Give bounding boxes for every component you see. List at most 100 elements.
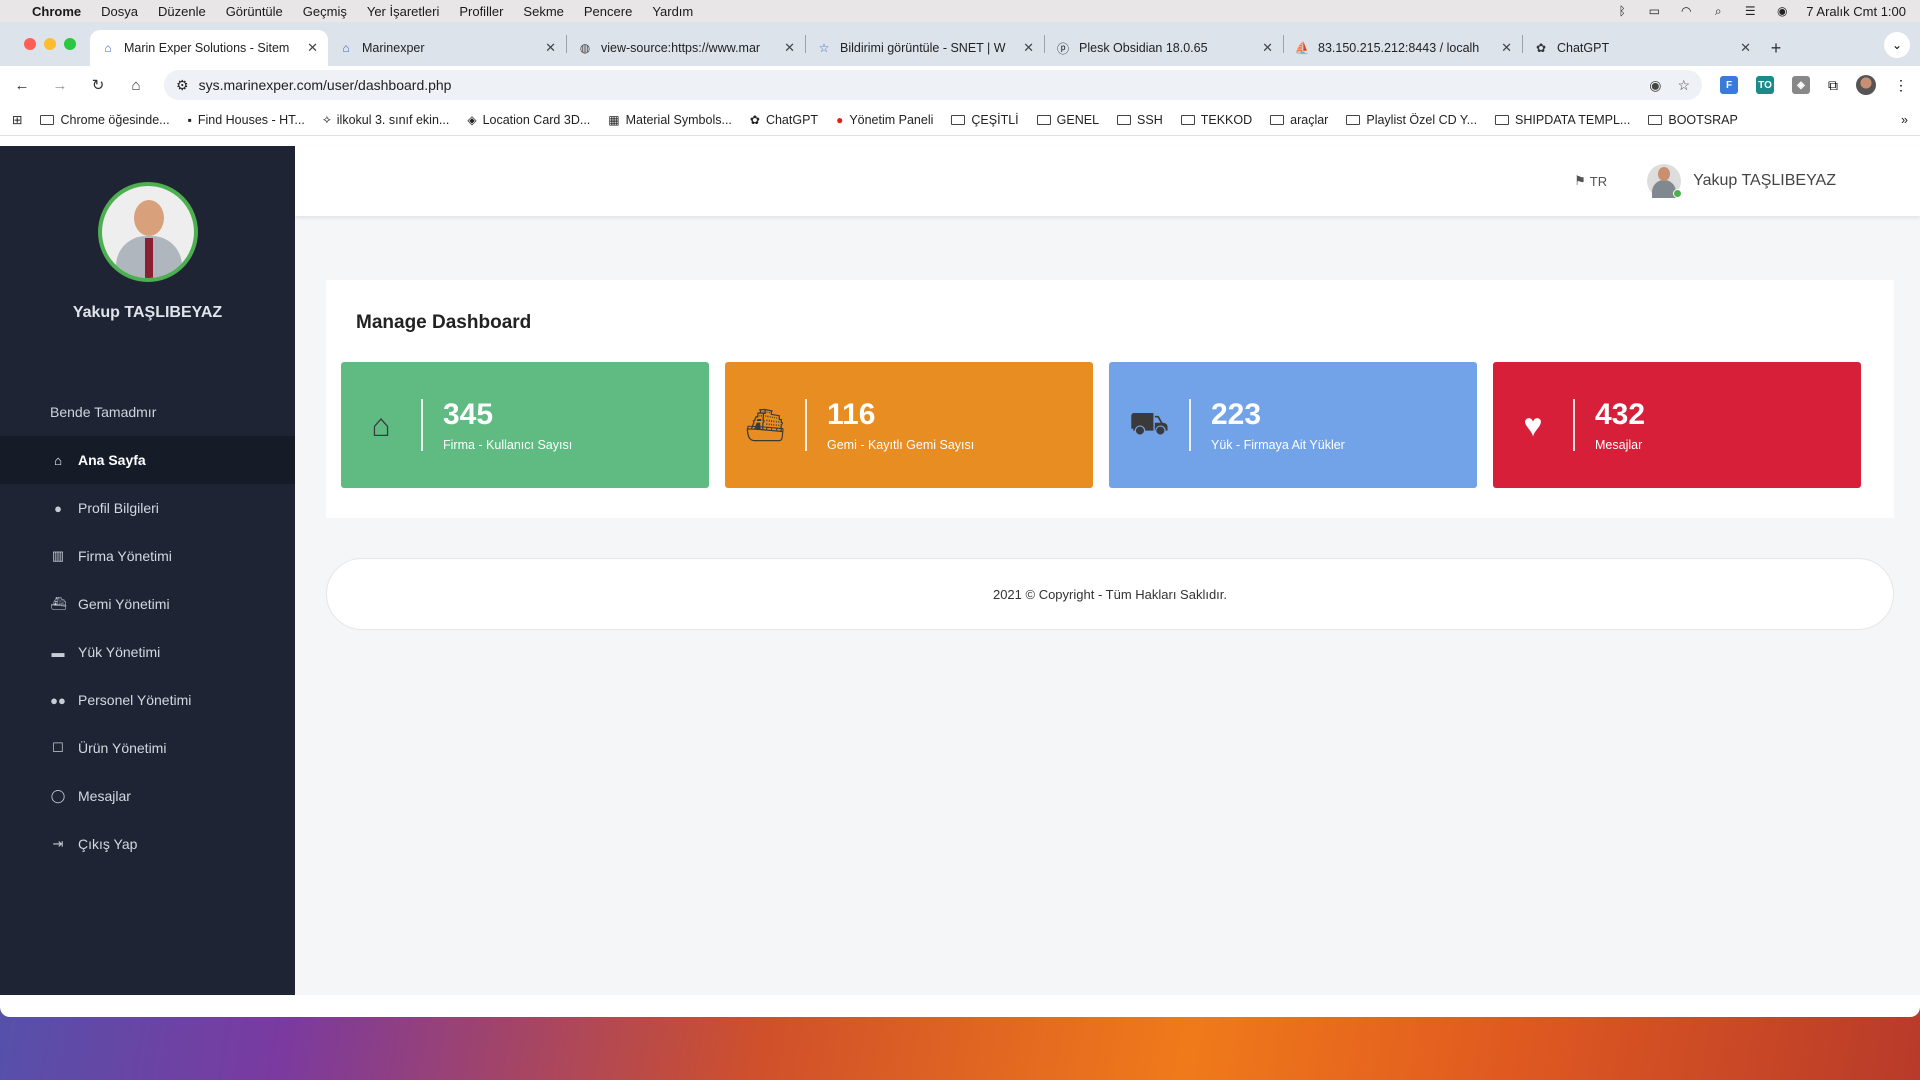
address-bar[interactable]: ⚙ sys.marinexper.com/user/dashboard.php … xyxy=(164,70,1702,100)
bookmark-label: GENEL xyxy=(1056,112,1100,127)
close-icon[interactable]: ✕ xyxy=(1262,40,1273,56)
menu-dosya[interactable]: Dosya xyxy=(101,4,138,19)
eye-icon[interactable]: ◉ xyxy=(1649,77,1661,94)
bookmark-folder[interactable]: BOOTSRAP xyxy=(1648,113,1738,127)
menu-app[interactable]: Chrome xyxy=(32,4,81,19)
sidebar-item-firma[interactable]: ▥ Firma Yönetimi xyxy=(0,532,295,580)
close-icon[interactable]: ✕ xyxy=(1740,40,1751,56)
menu-yer-isaretleri[interactable]: Yer İşaretleri xyxy=(367,4,440,19)
profile-avatar[interactable] xyxy=(1856,75,1876,95)
close-icon[interactable]: ✕ xyxy=(1023,40,1034,56)
sidebar-item-urun[interactable]: ☐ Ürün Yönetimi xyxy=(0,724,295,772)
site-info-icon[interactable]: ⚙ xyxy=(176,77,189,94)
bookmark-item[interactable]: ◈ Location Card 3D... xyxy=(467,113,590,127)
folder-icon xyxy=(1117,114,1132,125)
user-menu[interactable]: Yakup TAŞLIBEYAZ xyxy=(1647,164,1836,198)
folder-icon xyxy=(1346,114,1361,125)
sidebar-item-cikis[interactable]: ⇥ Çıkış Yap xyxy=(0,820,295,868)
tab-view-source[interactable]: ◍ view-source:https://www.mar ✕ xyxy=(567,30,805,66)
close-icon[interactable]: ✕ xyxy=(784,40,795,56)
zoom-window-button[interactable] xyxy=(64,38,76,50)
new-tab-button[interactable]: + xyxy=(1761,30,1791,66)
wifi-icon[interactable]: ◠ xyxy=(1678,4,1694,18)
bluetooth-icon[interactable]: ᛒ xyxy=(1614,4,1630,18)
tab-marinexper[interactable]: ⌂ Marinexper ✕ xyxy=(328,30,566,66)
bookmark-folder[interactable]: SSH xyxy=(1117,113,1163,127)
bookmark-label: SSH xyxy=(1137,112,1163,127)
bookmarks-bar: ⊞ Chrome öğesinde... ▪ Find Houses - HT..… xyxy=(0,104,1920,136)
sidebar-item-mesajlar[interactable]: ◯ Mesajlar xyxy=(0,772,295,820)
sidebar-item-personel[interactable]: ●● Personel Yönetimi xyxy=(0,676,295,724)
stat-value: 116 xyxy=(827,398,876,431)
menu-dots-icon[interactable]: ⋮ xyxy=(1894,77,1908,94)
sidebar-item-label: Firma Yönetimi xyxy=(78,548,172,564)
stat-card-gemi[interactable]: ⛴ 116 Gemi - Kayıtlı Gemi Sayısı xyxy=(725,362,1093,488)
home-button[interactable]: ⌂ xyxy=(126,77,146,94)
tab-marin-exper[interactable]: ⌂ Marin Exper Solutions - Sitem ✕ xyxy=(90,30,328,66)
profile-photo xyxy=(97,182,198,282)
menu-yardim[interactable]: Yardım xyxy=(652,4,693,19)
shield-icon[interactable]: ◈ xyxy=(1792,76,1810,94)
extension-icon[interactable]: F xyxy=(1720,76,1738,94)
forward-button[interactable]: → xyxy=(50,77,70,94)
close-icon[interactable]: ✕ xyxy=(1501,40,1512,56)
bookmark-item[interactable]: ⟡ ilkokul 3. sınıf ekin... xyxy=(323,112,450,127)
bookmark-folder[interactable]: TEKKOD xyxy=(1180,112,1253,127)
menu-sekme[interactable]: Sekme xyxy=(523,4,563,19)
back-button[interactable]: ← xyxy=(12,77,32,94)
bookmark-star-icon[interactable]: ☆ xyxy=(1677,77,1690,94)
minimize-window-button[interactable] xyxy=(44,38,56,50)
tab-bildirim[interactable]: ☆ Bildirimi görüntüle - SNET | W ✕ xyxy=(806,30,1044,66)
menu-pencere[interactable]: Pencere xyxy=(584,4,632,19)
control-center-icon[interactable]: ☰ xyxy=(1742,4,1758,18)
menu-gecmis[interactable]: Geçmiş xyxy=(303,4,347,19)
display-icon[interactable]: ▭ xyxy=(1646,4,1662,18)
sidebar-item-label: Personel Yönetimi xyxy=(78,692,192,708)
menubar-datetime[interactable]: 7 Aralık Cmt 1:00 xyxy=(1806,4,1906,19)
menu-duzenle[interactable]: Düzenle xyxy=(158,4,206,19)
bookmark-item[interactable]: ▦ Material Symbols... xyxy=(608,113,732,127)
bookmark-item[interactable]: ● Yönetim Paneli xyxy=(836,113,933,127)
close-icon[interactable]: ✕ xyxy=(545,40,556,56)
tab-chatgpt[interactable]: ✿ ChatGPT ✕ xyxy=(1523,30,1761,66)
bookmark-item[interactable]: Chrome öğesinde... xyxy=(40,113,170,127)
sidebar-item-ana-sayfa[interactable]: ⌂ Ana Sayfa xyxy=(0,436,295,484)
tab-search-button[interactable]: ⌄ xyxy=(1884,32,1910,58)
stat-card-firma[interactable]: ⌂ 345 Firma - Kullanıcı Sayısı xyxy=(341,362,709,488)
address-url[interactable]: sys.marinexper.com/user/dashboard.php xyxy=(199,77,452,93)
bookmark-label: TEKKOD xyxy=(1200,112,1253,127)
folder-icon xyxy=(1270,114,1285,125)
extension-icon[interactable]: TO xyxy=(1756,76,1774,94)
ship-icon: ⛴ xyxy=(744,407,786,443)
siri-icon[interactable]: ◉ xyxy=(1774,4,1790,18)
divider xyxy=(1573,399,1575,451)
close-icon[interactable]: ✕ xyxy=(307,40,318,56)
bookmark-folder[interactable]: ÇEŞİTLİ xyxy=(951,113,1019,127)
more-bookmarks-icon[interactable]: » xyxy=(1901,113,1908,127)
sidebar-item-gemi[interactable]: ⛴ Gemi Yönetimi xyxy=(0,580,295,628)
sidebar-item-profil[interactable]: ● Profil Bilgileri xyxy=(0,484,295,532)
spotlight-search-icon[interactable]: ⌕ xyxy=(1710,4,1726,19)
language-selector[interactable]: ⚑ TR xyxy=(1574,173,1607,189)
tab-plesk[interactable]: ⓟ Plesk Obsidian 18.0.65 ✕ xyxy=(1045,30,1283,66)
square-icon: ☐ xyxy=(52,740,64,755)
bookmark-folder[interactable]: araçlar xyxy=(1270,113,1328,127)
close-window-button[interactable] xyxy=(24,38,36,50)
menu-goruntule[interactable]: Görüntüle xyxy=(226,4,283,19)
bookmark-item[interactable]: ✿ ChatGPT xyxy=(750,113,818,127)
home-icon: ⌂ xyxy=(342,41,350,55)
stat-card-mesajlar[interactable]: ♥ 432 Mesajlar xyxy=(1493,362,1861,488)
admin-icon: ● xyxy=(836,112,844,127)
apps-grid-icon[interactable]: ⊞ xyxy=(12,112,22,127)
stat-card-yuk[interactable]: ⛟ 223 Yük - Firmaya Ait Yükler xyxy=(1109,362,1477,488)
sidebar-item-yuk[interactable]: ▬ Yük Yönetimi xyxy=(0,628,295,676)
puzzle-icon[interactable]: ⧉ xyxy=(1828,77,1838,94)
bookmark-folder[interactable]: GENEL xyxy=(1036,112,1100,127)
bookmark-folder[interactable]: Playlist Özel CD Y... xyxy=(1346,113,1477,127)
menu-profiller[interactable]: Profiller xyxy=(459,4,503,19)
tab-phpmyadmin[interactable]: ⛵ 83.150.215.212:8443 / localh ✕ xyxy=(1284,30,1522,66)
phpmyadmin-icon: ⛵ xyxy=(1294,41,1310,55)
reload-button[interactable]: ↻ xyxy=(88,76,108,94)
bookmark-folder[interactable]: SHIPDATA TEMPL... xyxy=(1495,113,1630,127)
bookmark-item[interactable]: ▪ Find Houses - HT... xyxy=(188,113,305,127)
